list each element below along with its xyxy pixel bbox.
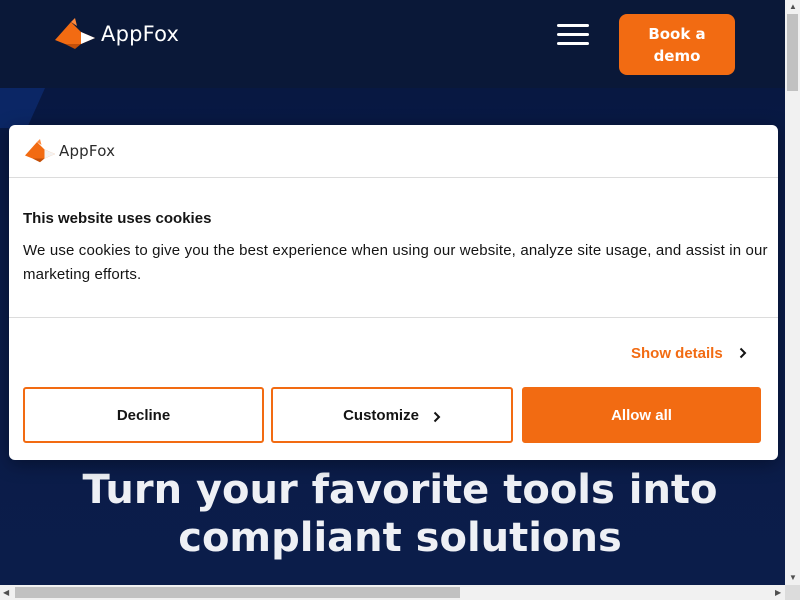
divider [9,177,778,178]
dialog-body-text: We use cookies to give you the best expe… [23,242,768,283]
divider [9,317,778,318]
decline-label: Decline [116,406,171,424]
scrollbar-corner [785,585,800,600]
hero-decoration [0,88,45,128]
dialog-logo: AppFox [25,139,115,163]
hero-title: Turn your favorite tools into compliant … [82,467,718,561]
logo-text: AppFox [101,22,180,46]
allow-all-label: Allow all [611,406,672,424]
decline-button[interactable]: Decline [23,387,264,443]
scroll-down-arrow-icon[interactable]: ▼ [789,574,797,582]
scroll-up-arrow-icon[interactable]: ▲ [789,3,797,11]
chevron-right-icon [739,347,747,359]
dialog-title: This website uses cookies [23,210,212,227]
book-demo-button[interactable]: Book a demo [619,14,735,75]
allow-all-button[interactable]: Allow all [522,387,761,443]
customize-button[interactable]: Customize [271,387,513,443]
chevron-right-icon [433,411,441,422]
cookie-consent-dialog: AppFox This website uses cookies We use … [9,125,778,460]
hamburger-menu-icon[interactable] [557,24,589,46]
fox-logo-icon [25,139,55,163]
scroll-right-arrow-icon[interactable]: ▶ [775,589,781,597]
scroll-left-arrow-icon[interactable]: ◀ [3,589,9,597]
vertical-scrollbar-thumb[interactable] [787,14,798,91]
fox-logo-icon [55,18,95,49]
show-details-label: Show details [631,344,723,362]
dialog-logo-text: AppFox [59,142,116,160]
show-details-link[interactable]: Show details [631,343,747,363]
site-header: AppFox Book a demo [0,0,785,88]
customize-label: Customize [343,406,419,424]
horizontal-scrollbar-thumb[interactable] [15,587,460,598]
site-logo[interactable]: AppFox [55,18,179,50]
